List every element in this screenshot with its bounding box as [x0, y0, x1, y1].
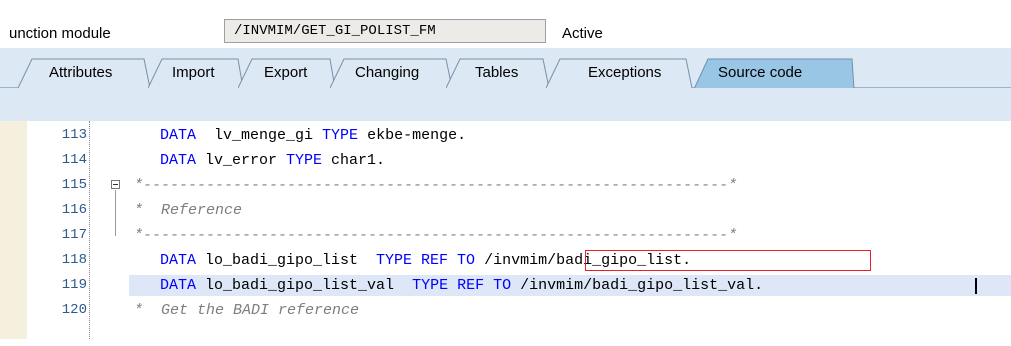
- code-text: DATA lo_badi_gipo_list_val TYPE REF TO /…: [160, 277, 763, 294]
- tab-source-code[interactable]: Source code: [694, 58, 858, 89]
- line-number: 113: [61, 127, 87, 143]
- tab-label: Source code: [718, 64, 803, 81]
- tab-changing[interactable]: Changing: [330, 58, 455, 88]
- code-token: lv_menge_gi: [196, 127, 323, 144]
- tab-tables[interactable]: Tables: [446, 58, 552, 88]
- highlight-annotation-box: [585, 250, 871, 271]
- code-line-118[interactable]: 118 DATA lo_badi_gipo_list TYPE REF TO /…: [0, 250, 1011, 271]
- keyword: DATA: [160, 277, 197, 294]
- code-line-117[interactable]: 117 *-----------------------------------…: [0, 225, 1011, 246]
- code-text: DATA lv_menge_gi TYPE ekbe-menge.: [160, 127, 466, 144]
- code-line-partial: [0, 325, 1011, 346]
- code-token: char1.: [322, 152, 386, 169]
- code-text: *---------------------------------------…: [134, 177, 737, 194]
- tab-exceptions[interactable]: Exceptions: [546, 58, 694, 88]
- comment: *---------------------------------------…: [134, 227, 738, 244]
- code-text: *---------------------------------------…: [134, 227, 737, 244]
- comment: * Reference: [134, 202, 243, 219]
- tab-label: Exceptions: [588, 64, 662, 81]
- status-text: Active: [562, 25, 603, 42]
- function-module-field[interactable]: /INVMIM/GET_GI_POLIST_FM: [224, 19, 546, 43]
- line-number: 119: [61, 277, 87, 293]
- code-token: ekbe-menge.: [358, 127, 467, 144]
- code-text: * Reference: [134, 202, 242, 219]
- code-token: lv_error: [196, 152, 287, 169]
- keyword: TYPE: [322, 127, 359, 144]
- tab-label: Attributes: [49, 64, 113, 81]
- code-line-119[interactable]: 119 DATA lo_badi_gipo_list_val TYPE REF …: [0, 275, 1011, 296]
- code-editor[interactable]: 113 DATA lv_menge_gi TYPE ekbe-menge. 11…: [0, 121, 1011, 339]
- keyword: TYPE REF TO: [376, 252, 476, 269]
- function-module-label: unction module: [9, 25, 111, 42]
- text-cursor: [975, 278, 977, 294]
- code-line-120[interactable]: 120 * Get the BADI reference: [0, 300, 1011, 321]
- toolbar: [0, 88, 1011, 121]
- tab-label: Tables: [475, 64, 519, 81]
- keyword: TYPE: [286, 152, 323, 169]
- tab-label: Changing: [355, 64, 420, 81]
- line-number: 120: [61, 302, 87, 318]
- fold-collapse-icon[interactable]: [111, 180, 120, 189]
- code-token: lo_badi_gipo_list_val: [196, 277, 413, 294]
- comment: * Get the BADI reference: [134, 302, 360, 319]
- line-number: 117: [61, 227, 87, 243]
- header-bar: unction module /INVMIM/GET_GI_POLIST_FM …: [0, 0, 1011, 48]
- line-number: 114: [61, 152, 87, 168]
- comment: *---------------------------------------…: [134, 177, 738, 194]
- line-number: 118: [61, 252, 87, 268]
- code-token: /invmim/badi_gipo_list_val.: [511, 277, 764, 294]
- code-text: * Get the BADI reference: [134, 302, 359, 319]
- tab-strip: Attributes Import Export Changing Tables…: [0, 48, 1011, 89]
- tab-attributes[interactable]: Attributes: [18, 58, 156, 88]
- code-line-116[interactable]: 116 * Reference: [0, 200, 1011, 221]
- tab-import[interactable]: Import: [148, 58, 246, 88]
- keyword: DATA: [160, 152, 197, 169]
- keyword: DATA: [160, 127, 197, 144]
- code-token: lo_badi_gipo_list: [196, 252, 377, 269]
- tab-label: Export: [264, 64, 308, 81]
- code-line-114[interactable]: 114 DATA lv_error TYPE char1.: [0, 150, 1011, 171]
- keyword: TYPE REF TO: [412, 277, 512, 294]
- line-number: 116: [61, 202, 87, 218]
- tab-label: Import: [172, 64, 215, 81]
- keyword: DATA: [160, 252, 197, 269]
- code-line-113[interactable]: 113 DATA lv_menge_gi TYPE ekbe-menge.: [0, 125, 1011, 146]
- line-number: 115: [61, 177, 87, 193]
- tab-export[interactable]: Export: [238, 58, 338, 88]
- code-text: DATA lv_error TYPE char1.: [160, 152, 385, 169]
- code-line-115[interactable]: 115 *-----------------------------------…: [0, 175, 1011, 196]
